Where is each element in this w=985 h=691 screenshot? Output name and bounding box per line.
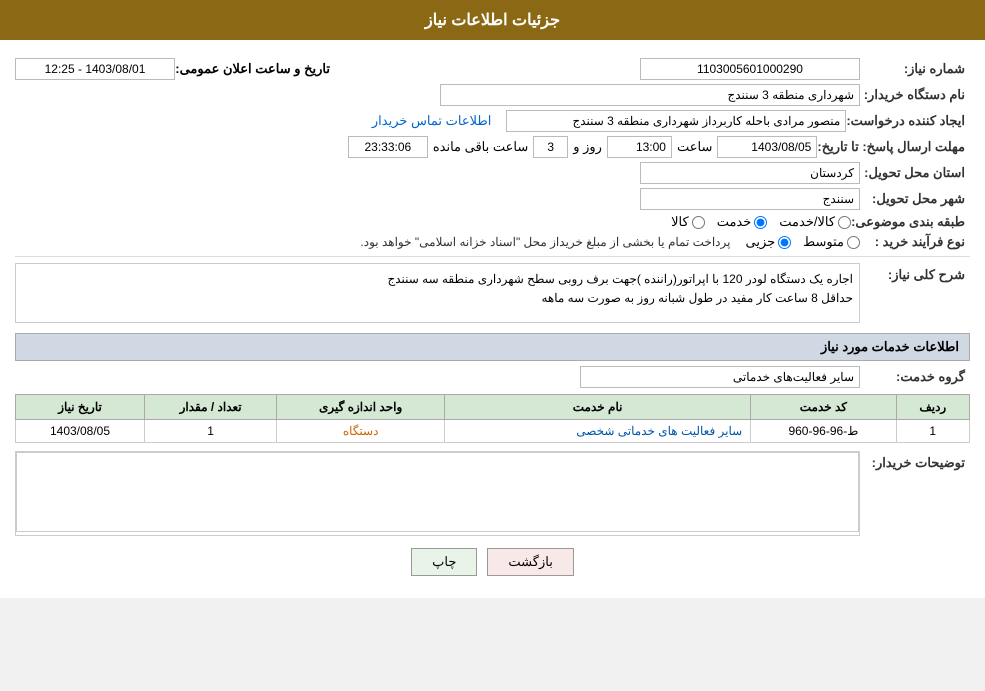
service-group-input bbox=[580, 366, 860, 388]
time-label: ساعت bbox=[672, 139, 717, 155]
radio-mootaset-item: متوسط bbox=[803, 234, 860, 250]
radio-khedmat-item: خدمت bbox=[717, 214, 768, 230]
services-table: ردیف کد خدمت نام خدمت واحد اندازه گیری ت… bbox=[15, 394, 970, 443]
service-group-label: گروه خدمت: bbox=[860, 369, 970, 385]
description-text: اجاره یک دستگاه لودر 120 با اپراتور(رانن… bbox=[387, 272, 853, 305]
deadline-row: مهلت ارسال پاسخ: تا تاریخ: ساعت روز و سا… bbox=[15, 136, 970, 158]
creator-label: ایجاد کننده درخواست: bbox=[846, 113, 970, 129]
city-input bbox=[640, 188, 860, 210]
buyer-desc-row: توضیحات خریدار: bbox=[15, 451, 970, 536]
province-input bbox=[640, 162, 860, 184]
city-label: شهر محل تحویل: bbox=[860, 191, 970, 207]
purchase-note: پرداخت تمام یا بخشی از مبلغ خریداز محل "… bbox=[360, 235, 730, 249]
need-number-input bbox=[640, 58, 860, 80]
radio-kala-khedmat[interactable] bbox=[838, 216, 851, 229]
province-label: استان محل تحویل: bbox=[860, 165, 970, 181]
buyer-desc-box bbox=[15, 451, 860, 536]
print-button[interactable]: چاپ bbox=[411, 548, 477, 576]
radio-kala[interactable] bbox=[692, 216, 705, 229]
contact-link[interactable]: اطلاعات تماس خریدار bbox=[372, 113, 491, 129]
services-section-title: اطلاعات خدمات مورد نیاز bbox=[15, 333, 970, 361]
description-box: اجاره یک دستگاه لودر 120 با اپراتور(رانن… bbox=[15, 263, 860, 323]
datetime-input bbox=[15, 58, 175, 80]
category-row: طبقه بندی موضوعی: کالا/خدمت خدمت کالا bbox=[15, 214, 970, 230]
col-header-code: کد خدمت bbox=[751, 395, 896, 420]
need-number-label: شماره نیاز: bbox=[860, 61, 970, 77]
category-label: طبقه بندی موضوعی: bbox=[851, 214, 970, 230]
datetime-label: تاریخ و ساعت اعلان عمومی: bbox=[175, 61, 335, 77]
creator-row: ایجاد کننده درخواست: اطلاعات تماس خریدار bbox=[15, 110, 970, 132]
service-group-row: گروه خدمت: bbox=[15, 366, 970, 388]
col-header-qty: تعداد / مقدار bbox=[145, 395, 277, 420]
button-row: بازگشت چاپ bbox=[15, 548, 970, 576]
col-header-name: نام خدمت bbox=[445, 395, 751, 420]
radio-mootaset[interactable] bbox=[847, 236, 860, 249]
purchase-radio-group: متوسط جزیی bbox=[745, 234, 860, 250]
content-area: شماره نیاز: تاریخ و ساعت اعلان عمومی: نا… bbox=[0, 40, 985, 598]
radio-mootaset-label: متوسط bbox=[803, 234, 844, 250]
category-radio-group: کالا/خدمت خدمت کالا bbox=[671, 214, 851, 230]
table-row: 1ط-96-96-960سایر فعالیت های خدماتی شخصید… bbox=[16, 420, 970, 443]
deadline-date-input bbox=[717, 136, 817, 158]
radio-khedmat-label: خدمت bbox=[717, 214, 752, 230]
radio-kala-item: کالا bbox=[671, 214, 705, 230]
buyer-org-input bbox=[440, 84, 860, 106]
city-row: شهر محل تحویل: bbox=[15, 188, 970, 210]
need-number-row: شماره نیاز: تاریخ و ساعت اعلان عمومی: bbox=[15, 58, 970, 80]
buyer-org-label: نام دستگاه خریدار: bbox=[860, 87, 970, 103]
radio-kala-label: کالا bbox=[671, 214, 689, 230]
radio-khedmat[interactable] bbox=[754, 216, 767, 229]
description-row: شرح کلی نیاز: اجاره یک دستگاه لودر 120 ب… bbox=[15, 263, 970, 323]
services-title-text: اطلاعات خدمات مورد نیاز bbox=[821, 339, 959, 354]
page-header: جزئیات اطلاعات نیاز bbox=[0, 0, 985, 40]
col-header-date: تاریخ نیاز bbox=[16, 395, 145, 420]
remaining-label: ساعت باقی مانده bbox=[428, 139, 533, 155]
col-header-unit: واحد اندازه گیری bbox=[277, 395, 445, 420]
radio-jazii[interactable] bbox=[778, 236, 791, 249]
deadline-day-input bbox=[533, 136, 568, 158]
buyer-desc-label: توضیحات خریدار: bbox=[860, 451, 970, 471]
province-row: استان محل تحویل: bbox=[15, 162, 970, 184]
radio-kala-khedmat-label: کالا/خدمت bbox=[779, 214, 835, 230]
description-label: شرح کلی نیاز: bbox=[860, 263, 970, 283]
buyer-desc-textarea[interactable] bbox=[16, 452, 859, 532]
purchase-type-row: نوع فرآیند خرید : متوسط جزیی پرداخت تمام… bbox=[15, 234, 970, 250]
header-title: جزئیات اطلاعات نیاز bbox=[425, 12, 560, 29]
remaining-time-input bbox=[348, 136, 428, 158]
radio-kala-khedmat-item: کالا/خدمت bbox=[779, 214, 851, 230]
col-header-row: ردیف bbox=[896, 395, 969, 420]
day-label: روز و bbox=[568, 139, 607, 155]
page-wrapper: جزئیات اطلاعات نیاز شماره نیاز: تاریخ و … bbox=[0, 0, 985, 598]
deadline-label: مهلت ارسال پاسخ: تا تاریخ: bbox=[817, 139, 970, 155]
buyer-org-row: نام دستگاه خریدار: bbox=[15, 84, 970, 106]
radio-jazii-label: جزیی bbox=[745, 234, 775, 250]
radio-jazii-item: جزیی bbox=[745, 234, 791, 250]
creator-input bbox=[506, 110, 846, 132]
back-button[interactable]: بازگشت bbox=[487, 548, 573, 576]
deadline-time-input bbox=[607, 136, 672, 158]
purchase-type-label: نوع فرآیند خرید : bbox=[860, 234, 970, 250]
